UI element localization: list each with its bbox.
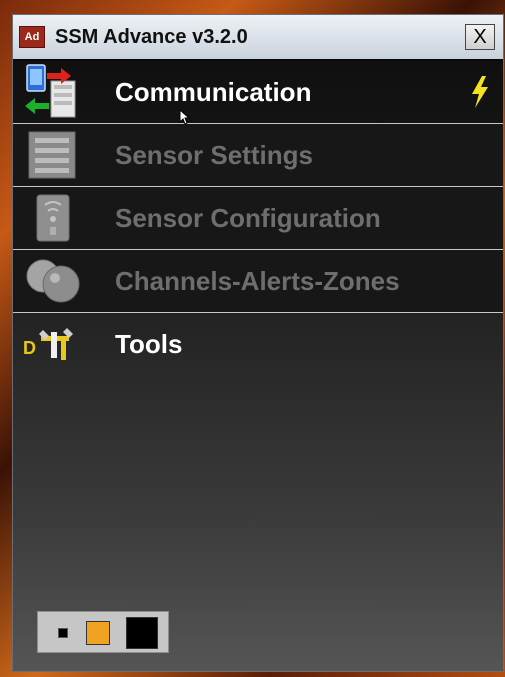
app-window: Ad SSM Advance v3.2.0 X Communication Se… bbox=[12, 14, 504, 672]
color-theme-selector bbox=[37, 611, 169, 653]
app-icon: Ad bbox=[19, 26, 45, 48]
menu-item-label: Sensor Settings bbox=[115, 139, 313, 170]
tools-icon: D bbox=[21, 316, 85, 374]
channels-alerts-zones-icon bbox=[21, 252, 85, 310]
menu-item-communication[interactable]: Communication bbox=[13, 61, 503, 125]
communication-icon bbox=[21, 63, 85, 121]
menu-item-label: Channels-Alerts-Zones bbox=[115, 265, 400, 296]
theme-swatch-small-square[interactable] bbox=[58, 628, 68, 638]
menu-item-label: Communication bbox=[115, 76, 312, 107]
menu-item-tools[interactable]: D Tools bbox=[13, 313, 503, 376]
window-title: SSM Advance v3.2.0 bbox=[55, 25, 248, 48]
close-button[interactable]: X bbox=[465, 24, 495, 50]
menu-item-label: Tools bbox=[115, 329, 183, 359]
theme-swatch-black[interactable] bbox=[126, 617, 158, 649]
title-bar[interactable]: Ad SSM Advance v3.2.0 X bbox=[13, 15, 503, 59]
menu-item-channels-alerts-zones[interactable]: Channels-Alerts-Zones bbox=[13, 250, 503, 313]
menu-item-sensor-configuration[interactable]: Sensor Configuration bbox=[13, 187, 503, 250]
menu-item-label: Sensor Configuration bbox=[115, 202, 381, 233]
lightning-bolt-icon bbox=[469, 75, 491, 114]
sensor-configuration-icon bbox=[21, 189, 85, 247]
menu-item-sensor-settings[interactable]: Sensor Settings bbox=[13, 124, 503, 187]
sensor-settings-icon bbox=[21, 126, 85, 184]
main-menu-panel: Communication Sensor Settings Sensor Con… bbox=[13, 59, 503, 671]
svg-text:D: D bbox=[23, 338, 36, 358]
theme-swatch-orange[interactable] bbox=[86, 621, 110, 645]
